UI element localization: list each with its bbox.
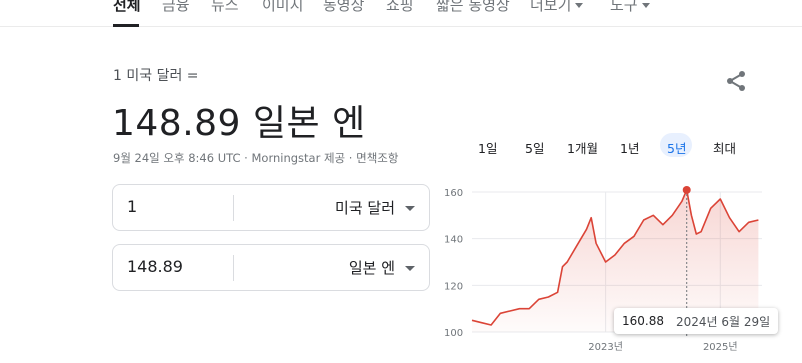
nav-tab-label: 뉴스 xyxy=(211,0,239,14)
nav-tab-label: 전체 xyxy=(113,0,141,14)
from-currency-select[interactable]: 미국 달러 xyxy=(335,197,395,218)
from-currency-box: 1 미국 달러 xyxy=(112,184,430,231)
nav-tab-short-videos[interactable]: 짧은 동영상 xyxy=(436,0,510,15)
disclaimer-link[interactable]: 면책조항 xyxy=(356,151,398,165)
dropdown-arrow-icon[interactable] xyxy=(405,206,415,211)
from-amount-input[interactable]: 1 xyxy=(127,197,137,216)
y-tick-label: 140 xyxy=(444,235,463,246)
nav-tab-label: 동영상 xyxy=(323,0,365,14)
divider xyxy=(233,195,234,221)
search-nav: 전체 금융 뉴스 이미지 동영상 쇼핑 짧은 동영상 더보기 도구 xyxy=(0,0,802,27)
dropdown-arrow-icon[interactable] xyxy=(405,266,415,271)
nav-tab-label: 금융 xyxy=(162,0,190,14)
y-tick-label: 160 xyxy=(444,188,463,199)
conversion-meta: 9월 24일 오후 8:46 UTC · Morningstar 제공 · 면책… xyxy=(113,150,398,166)
nav-tab-finance[interactable]: 금융 xyxy=(162,0,190,15)
nav-tab-more[interactable]: 더보기 xyxy=(530,0,584,15)
nav-tab-label: 이미지 xyxy=(262,0,304,14)
nav-tab-images[interactable]: 이미지 xyxy=(262,0,303,15)
range-1m[interactable]: 1개월 xyxy=(567,138,598,157)
range-1d[interactable]: 1일 xyxy=(478,138,497,157)
range-1y[interactable]: 1년 xyxy=(620,138,639,157)
tooltip-date: 2024년 6월 29일 xyxy=(676,314,771,329)
provider-text: Morningstar 제공 xyxy=(251,151,346,165)
divider xyxy=(233,255,234,281)
conversion-from-line: 1 미국 달러 = xyxy=(113,68,199,84)
tooltip-value: 160.88 xyxy=(622,314,664,328)
share-icon[interactable] xyxy=(724,70,748,92)
range-max[interactable]: 최대 xyxy=(713,138,736,157)
nav-tab-shopping[interactable]: 쇼핑 xyxy=(386,0,414,15)
chevron-down-icon xyxy=(641,3,650,8)
conversion-result: 148.89 일본 엔 xyxy=(112,103,366,144)
nav-tab-news[interactable]: 뉴스 xyxy=(211,0,239,15)
range-5d[interactable]: 5일 xyxy=(525,138,544,157)
y-tick-label: 120 xyxy=(444,281,463,292)
nav-tab-label: 짧은 동영상 xyxy=(436,0,510,14)
chart-tooltip: 160.88 2024년 6월 29일 xyxy=(614,308,779,334)
x-tick-label: 2023년 xyxy=(588,341,623,353)
nav-tab-label: 더보기 xyxy=(530,0,572,14)
nav-tab-label: 도구 xyxy=(610,0,638,14)
to-amount-input[interactable]: 148.89 xyxy=(127,257,183,276)
chevron-down-icon xyxy=(575,3,584,8)
exchange-rate-chart[interactable]: 160 140 120 100 2023년 2025년 xyxy=(440,180,802,363)
timestamp: 9월 24일 오후 8:46 UTC xyxy=(113,151,241,165)
to-currency-select[interactable]: 일본 엔 xyxy=(349,257,395,278)
range-5y[interactable]: 5년 xyxy=(667,138,686,157)
active-tab-indicator xyxy=(113,24,139,27)
nav-tab-label: 쇼핑 xyxy=(386,0,414,14)
x-tick-label: 2025년 xyxy=(703,341,738,353)
nav-tab-videos[interactable]: 동영상 xyxy=(323,0,364,15)
hover-point xyxy=(682,185,691,194)
meta-separator: · xyxy=(244,151,248,165)
meta-separator: · xyxy=(348,151,353,165)
nav-tab-all[interactable]: 전체 xyxy=(113,0,141,15)
y-tick-label: 100 xyxy=(444,328,463,339)
to-currency-box: 148.89 일본 엔 xyxy=(112,244,430,291)
nav-tab-tools[interactable]: 도구 xyxy=(610,0,650,15)
